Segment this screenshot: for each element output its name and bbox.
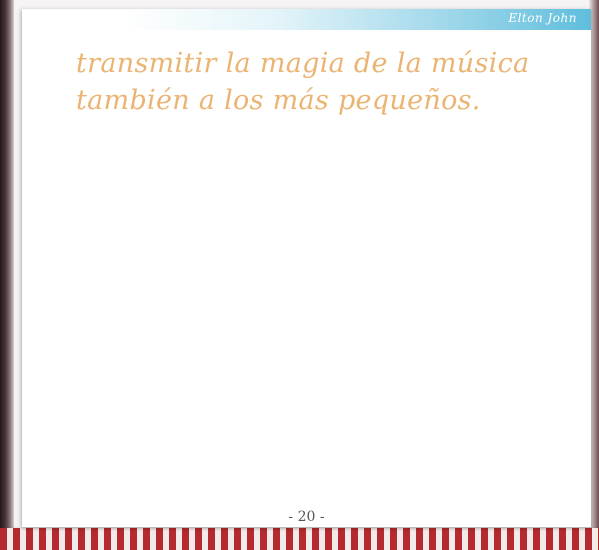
book-scan: Elton John transmitir la magia de la mús…	[0, 0, 599, 550]
page-number: - 20 -	[288, 509, 325, 525]
header-author: Elton John	[508, 11, 577, 25]
body-text: transmitir la magia de la música también…	[76, 45, 566, 119]
book-page: Elton John transmitir la magia de la mús…	[22, 9, 591, 527]
striped-cover-strip	[0, 528, 599, 550]
body-line: transmitir la magia de la música	[76, 48, 530, 79]
body-line: también a los más pequeños.	[76, 85, 481, 116]
header-bar: Elton John	[22, 9, 591, 30]
book-binding	[0, 0, 14, 550]
